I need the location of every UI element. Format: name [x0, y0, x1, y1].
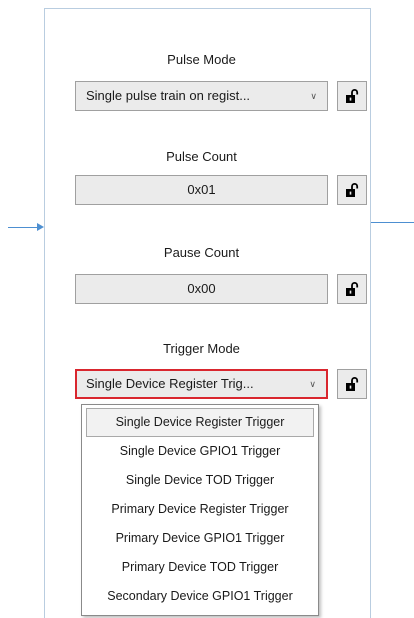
pulse-count-field[interactable]: 0x01 [75, 175, 328, 205]
dropdown-option[interactable]: Primary Device TOD Trigger [86, 553, 314, 582]
dropdown-option[interactable]: Secondary Device GPIO1 Trigger [86, 582, 314, 611]
pulse-mode-label: Pulse Mode [167, 52, 236, 67]
unlock-icon [346, 89, 359, 103]
trigger-mode-lock-button[interactable] [337, 369, 367, 399]
dropdown-option[interactable]: Single Device TOD Trigger [86, 466, 314, 495]
chevron-down-icon: ∨ [310, 91, 317, 101]
pause-count-lock-button[interactable] [337, 274, 367, 304]
dropdown-option[interactable]: Primary Device Register Trigger [86, 495, 314, 524]
pause-count-field[interactable]: 0x00 [75, 274, 328, 304]
dropdown-option[interactable]: Single Device GPIO1 Trigger [86, 437, 314, 466]
pulse-count-label: Pulse Count [166, 149, 237, 164]
trigger-mode-value: Single Device Register Trig... [86, 376, 254, 391]
unlock-icon [346, 377, 359, 391]
output-wire [371, 222, 414, 223]
input-wire [8, 227, 39, 228]
dropdown-option[interactable]: Single Device Register Trigger [86, 408, 314, 437]
pulse-count-lock-button[interactable] [337, 175, 367, 205]
pulse-mode-lock-button[interactable] [337, 81, 367, 111]
unlock-icon [346, 183, 359, 197]
trigger-mode-select[interactable]: Single Device Register Trig... ∨ [75, 369, 328, 399]
trigger-mode-dropdown-list: Single Device Register Trigger Single De… [81, 404, 319, 616]
input-arrow-icon [37, 223, 44, 231]
pulse-mode-value: Single pulse train on regist... [86, 88, 251, 103]
pause-count-label: Pause Count [163, 245, 240, 260]
unlock-icon [346, 282, 359, 296]
dropdown-option[interactable]: Primary Device GPIO1 Trigger [86, 524, 314, 553]
chevron-down-icon: ∨ [309, 379, 316, 389]
pulse-mode-select[interactable]: Single pulse train on regist... ∨ [75, 81, 328, 111]
trigger-mode-label: Trigger Mode [163, 341, 240, 356]
